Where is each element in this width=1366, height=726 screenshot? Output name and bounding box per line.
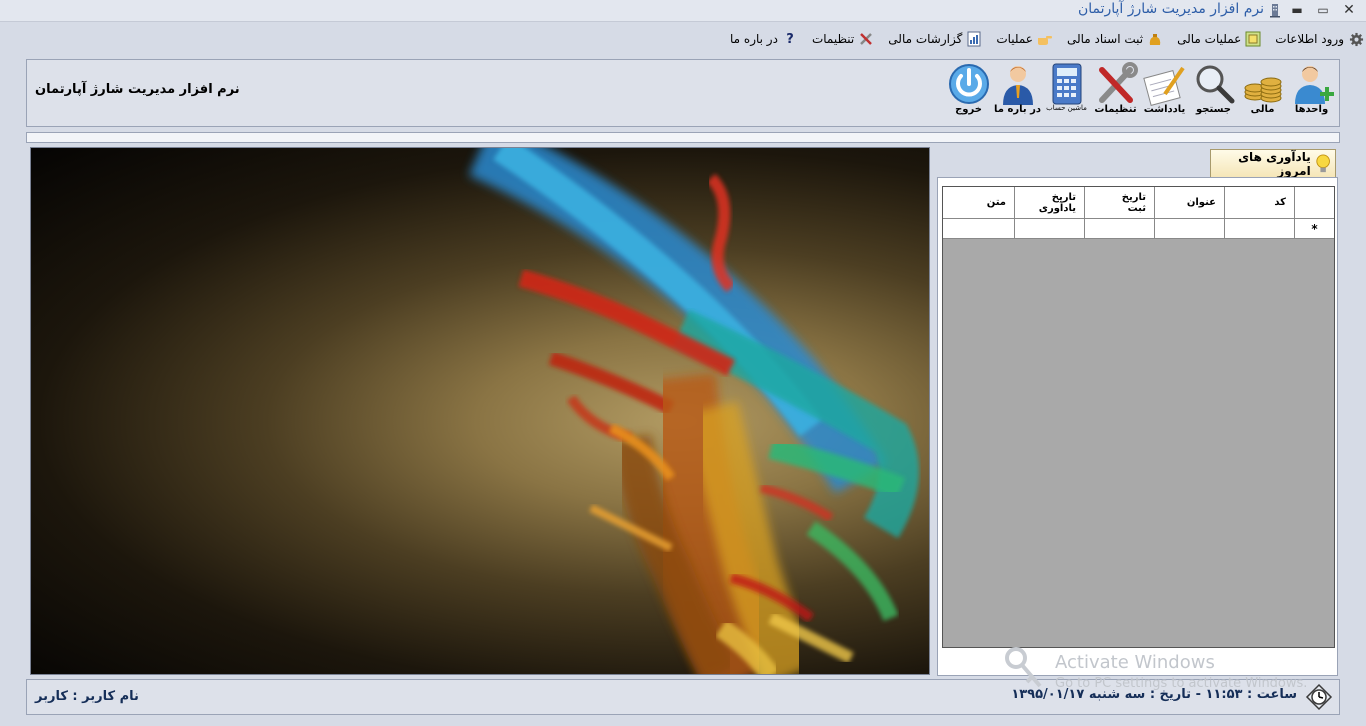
abstract-artwork: [468, 148, 919, 674]
calculator-label: ماشین حساب: [1046, 104, 1087, 112]
title-bar: نرم افزار مدیریت شارژ آپارتمان ▬ ▭ ✕: [0, 0, 1366, 22]
separator-strip: [26, 132, 1340, 143]
search-label: جستجو: [1196, 104, 1231, 115]
menu-label: گزارشات مالی: [888, 32, 963, 46]
toolbar-title: نرم افزار مدیریت شارژ آپارتمان: [35, 82, 240, 97]
report-icon: [966, 31, 982, 47]
tools-icon: [858, 31, 874, 47]
tab-reminders-label: یادآوری های امروز: [1238, 149, 1311, 178]
settings-label: تنظیمات: [1094, 104, 1137, 115]
maximize-button[interactable]: ▭: [1312, 0, 1334, 20]
datetime-label: ساعت : ۱۱:۵۳ - تاریخ : سه شنبه ۱۳۹۵/۰۱/۱…: [1011, 687, 1297, 702]
about-label: در باره ما: [994, 104, 1041, 115]
new-row[interactable]: *: [943, 219, 1334, 239]
column-header-title[interactable]: عنوان: [1154, 187, 1224, 218]
menu-item-financial-docs[interactable]: ثبت اسناد مالی: [1067, 31, 1163, 47]
note-label: یادداشت: [1143, 104, 1186, 115]
menu-item-about[interactable]: ? در باره ما: [730, 31, 798, 47]
grid-cell[interactable]: [1014, 219, 1084, 238]
settings-button[interactable]: تنظیمات: [1092, 62, 1139, 124]
money-bag-icon: [1147, 31, 1163, 47]
column-header-text[interactable]: متن: [944, 187, 1014, 218]
column-header-register-date[interactable]: تاریخ ثبت: [1084, 187, 1154, 218]
menu-label: تنظیمات: [811, 32, 855, 46]
reminders-panel: کد عنوان تاریخ ثبت تاریخ یادآوری متن *: [937, 177, 1338, 676]
tab-reminders[interactable]: یادآوری های امروز: [1210, 149, 1336, 178]
menu-item-financial-ops[interactable]: عملیات مالی: [1177, 31, 1261, 47]
exit-label: خروج: [955, 104, 982, 115]
calculator-icon: [1052, 63, 1081, 105]
column-header-code[interactable]: کد: [1224, 187, 1294, 218]
close-button[interactable]: ✕: [1338, 0, 1360, 20]
ledger-icon: [1245, 31, 1261, 47]
column-header-reminder-date[interactable]: تاریخ یادآوری: [1014, 187, 1084, 218]
grid-header: کد عنوان تاریخ ثبت تاریخ یادآوری متن: [943, 187, 1334, 219]
tools-icon: [1098, 62, 1138, 103]
menu-label: ورود اطلاعات: [1275, 32, 1344, 46]
user-name-label: نام کاربر : کاربر: [35, 689, 139, 704]
toolbar-panel: نرم افزار مدیریت شارژ آپارتمان واحدها ما…: [26, 59, 1340, 127]
wallpaper-image: [30, 147, 930, 675]
grid-cell[interactable]: [944, 219, 1014, 238]
help-icon: ?: [786, 31, 794, 47]
power-icon: [948, 64, 989, 104]
coins-icon: [1244, 77, 1281, 103]
menu-bar: ورود اطلاعات عملیات مالی ثبت اسناد مالی …: [0, 26, 1366, 52]
grid-cell[interactable]: [1084, 219, 1154, 238]
notepad-icon: [1142, 66, 1185, 106]
row-selector-header: [1294, 187, 1334, 218]
menu-item-settings[interactable]: تنظیمات: [812, 31, 874, 47]
magnifier-icon: [1196, 65, 1234, 104]
menu-item-data-entry[interactable]: ورود اطلاعات: [1275, 31, 1364, 47]
menu-label: ثبت اسناد مالی: [1066, 32, 1144, 46]
add-user-icon: [1294, 66, 1334, 104]
finance-label: مالی: [1250, 104, 1275, 115]
calculator-button[interactable]: ماشین حساب: [1043, 62, 1090, 124]
menu-label: عملیات: [996, 32, 1033, 46]
exit-button[interactable]: خروج: [945, 62, 992, 124]
reminders-grid[interactable]: کد عنوان تاریخ ثبت تاریخ یادآوری متن *: [942, 186, 1335, 648]
hand-icon: [1037, 31, 1053, 47]
clock-icon: [1305, 683, 1333, 711]
units-label: واحدها: [1294, 104, 1329, 115]
menu-item-operations[interactable]: عملیات: [996, 31, 1053, 47]
units-button[interactable]: واحدها: [1288, 62, 1335, 124]
lightbulb-icon: [1316, 154, 1330, 172]
gear-icon: [1348, 31, 1364, 47]
finance-button[interactable]: مالی: [1239, 62, 1286, 124]
status-bar: نام کاربر : کاربر ساعت : ۱۱:۵۳ - تاریخ :…: [26, 679, 1340, 715]
grid-cell[interactable]: [1224, 219, 1294, 238]
new-row-marker: *: [1294, 219, 1334, 238]
menu-label: عملیات مالی: [1177, 32, 1242, 46]
window-title: نرم افزار مدیریت شارژ آپارتمان: [1077, 1, 1264, 17]
businessman-icon: [1002, 66, 1033, 105]
search-button[interactable]: جستجو: [1190, 62, 1237, 124]
building-icon: [1270, 4, 1280, 18]
about-button[interactable]: در باره ما: [994, 62, 1041, 124]
toolbar-buttons: واحدها مالی جستجو یادداشت تنظیمات ماشین …: [943, 62, 1335, 124]
menu-item-financial-reports[interactable]: گزارشات مالی: [888, 31, 982, 47]
menu-label: در باره ما: [730, 32, 778, 46]
grid-cell[interactable]: [1154, 219, 1224, 238]
note-button[interactable]: یادداشت: [1141, 62, 1188, 124]
minimize-button[interactable]: ▬: [1286, 0, 1308, 20]
